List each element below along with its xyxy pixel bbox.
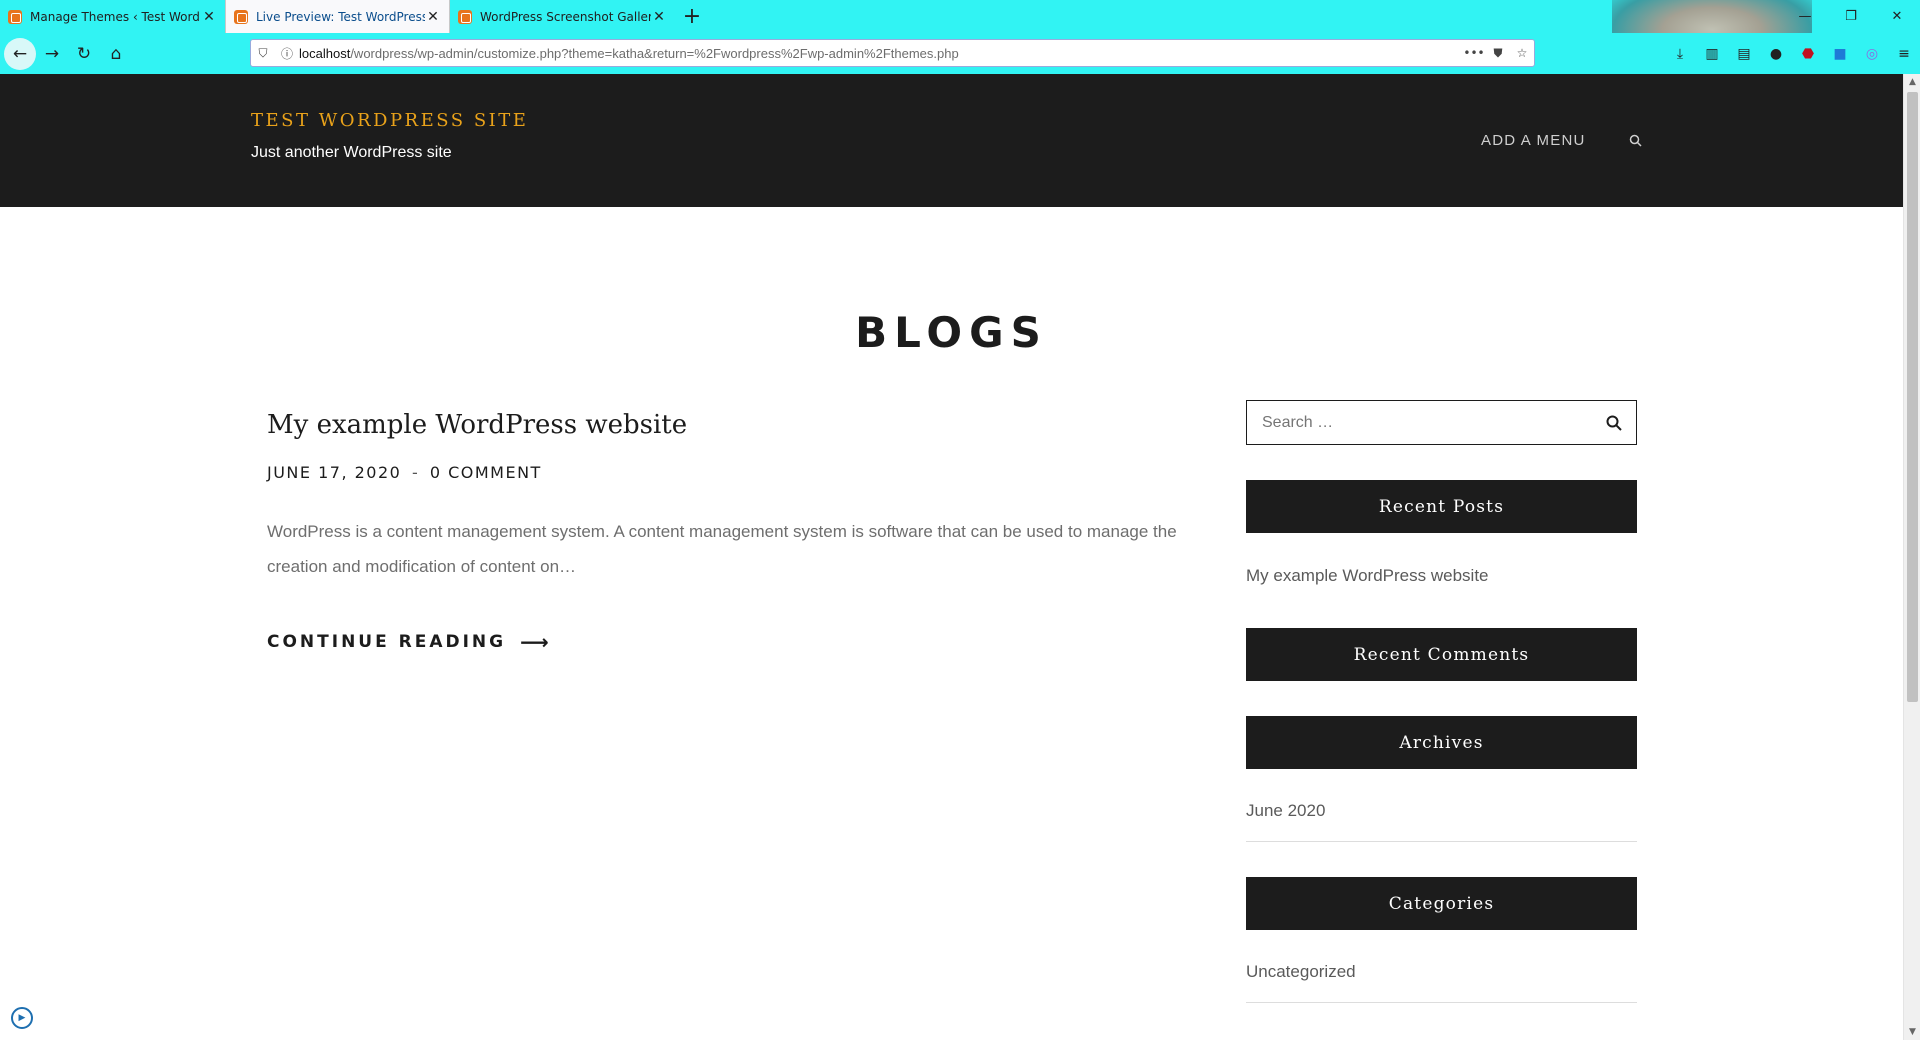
tab-label: Manage Themes ‹ Test WordPress — [30, 9, 201, 24]
url-path: /wordpress/wp-admin/customize.php?theme=… — [350, 45, 959, 61]
meta-separator: - — [411, 463, 420, 482]
post-comments[interactable]: 0 COMMENT — [430, 463, 542, 482]
downloads-icon[interactable]: ⤓ — [1664, 46, 1696, 62]
header-search-icon[interactable] — [1629, 134, 1642, 147]
back-icon[interactable]: ← — [4, 37, 36, 70]
page-scrollbar[interactable]: ▲ ▼ — [1903, 74, 1920, 1040]
post-excerpt: WordPress is a content management system… — [267, 522, 1177, 576]
site-title[interactable]: TEST WORDPRESS SITE — [251, 110, 528, 131]
category-link[interactable]: Uncategorized — [1246, 962, 1356, 982]
recent-comments-heading: Recent Comments — [1246, 628, 1637, 681]
restore-icon[interactable]: ❐ — [1828, 0, 1874, 33]
ublock-icon[interactable]: ⬣ — [1792, 46, 1824, 62]
bookmark-star-icon[interactable]: ☆ — [1510, 46, 1534, 60]
archive-link[interactable]: June 2020 — [1246, 801, 1325, 821]
home-icon[interactable]: ⌂ — [100, 38, 132, 70]
sidebar-search-input[interactable] — [1247, 401, 1592, 444]
browser-tab-strip: Manage Themes ‹ Test WordPress ✕ Live Pr… — [0, 0, 1920, 74]
shield-icon[interactable]: ⛉ — [251, 46, 275, 61]
pocket-icon[interactable]: ⛊ — [1486, 46, 1510, 61]
post-meta: JUNE 17, 2020 - 0 COMMENT — [267, 463, 542, 482]
archives-heading: Archives — [1246, 716, 1637, 769]
recent-post-link[interactable]: My example WordPress website — [1246, 566, 1489, 586]
url-text[interactable]: localhost/wordpress/wp-admin/customize.p… — [299, 46, 1462, 61]
more-icon[interactable]: ••• — [1462, 46, 1486, 60]
close-icon[interactable]: ✕ — [201, 9, 217, 25]
close-window-icon[interactable]: ✕ — [1874, 0, 1920, 33]
tab-label: Live Preview: Test WordPress Site — [256, 9, 425, 24]
browser-navbar: ← → ↻ ⌂ ⛉ ⓘ localhost/wordpress/wp-admin… — [0, 33, 1920, 74]
close-icon[interactable]: ✕ — [425, 9, 441, 25]
recent-posts-heading: Recent Posts — [1246, 480, 1637, 533]
sidebar-search-form — [1246, 400, 1637, 445]
tab-label: WordPress Screenshot Gallery — [480, 9, 651, 24]
wordpress-favicon-icon — [458, 9, 472, 24]
post-title[interactable]: My example WordPress website — [267, 410, 687, 440]
tab-manage-themes[interactable]: Manage Themes ‹ Test WordPress ✕ — [0, 0, 225, 33]
extension-location-icon[interactable]: ◎ — [1856, 46, 1888, 62]
tab-live-preview[interactable]: Live Preview: Test WordPress Site ✕ — [225, 0, 450, 33]
wordpress-favicon-icon — [8, 9, 22, 24]
scroll-up-arrow-icon[interactable]: ▲ — [1904, 74, 1920, 90]
library-icon[interactable]: ▥ — [1696, 46, 1728, 62]
arrow-right-icon: ⟶ — [520, 630, 552, 654]
search-icon[interactable] — [1592, 401, 1636, 444]
customizer-play-icon[interactable]: ▶ — [11, 1007, 33, 1029]
account-icon[interactable]: ● — [1760, 46, 1792, 62]
menu-icon[interactable]: ≡ — [1888, 46, 1920, 62]
browser-toolbar-right: ⤓ ▥ ▤ ● ⬣ ■ ◎ ≡ — [1664, 33, 1920, 74]
tab-screenshot-gallery[interactable]: WordPress Screenshot Gallery ✕ — [450, 0, 675, 33]
url-host: localhost — [299, 45, 351, 61]
site-tagline: Just another WordPress site — [251, 144, 452, 161]
wordpress-favicon-icon — [234, 9, 248, 24]
close-icon[interactable]: ✕ — [651, 9, 667, 25]
new-tab-button[interactable]: + — [675, 0, 709, 33]
extension-s-icon[interactable]: ■ — [1824, 46, 1856, 62]
scroll-thumb[interactable] — [1907, 92, 1918, 702]
address-bar[interactable]: ⛉ ⓘ localhost/wordpress/wp-admin/customi… — [250, 39, 1535, 67]
divider — [1246, 841, 1637, 842]
add-menu-link[interactable]: ADD A MENU — [1481, 132, 1586, 149]
window-controls: — ❐ ✕ — [1782, 0, 1920, 33]
reload-icon[interactable]: ↻ — [68, 38, 100, 70]
minimize-icon[interactable]: — — [1782, 0, 1828, 33]
continue-reading-link[interactable]: CONTINUE READING ⟶ — [267, 630, 552, 654]
continue-reading-label: CONTINUE READING — [267, 632, 507, 652]
page-title: BLOGS — [855, 308, 1048, 357]
forward-icon[interactable]: → — [36, 38, 68, 70]
categories-heading: Categories — [1246, 877, 1637, 930]
divider — [1246, 1002, 1637, 1003]
site-header: TEST WORDPRESS SITE Just another WordPre… — [0, 74, 1903, 207]
scroll-down-arrow-icon[interactable]: ▼ — [1904, 1024, 1920, 1040]
post-date[interactable]: JUNE 17, 2020 — [267, 463, 401, 482]
info-icon[interactable]: ⓘ — [275, 45, 299, 62]
reader-icon[interactable]: ▤ — [1728, 46, 1760, 62]
